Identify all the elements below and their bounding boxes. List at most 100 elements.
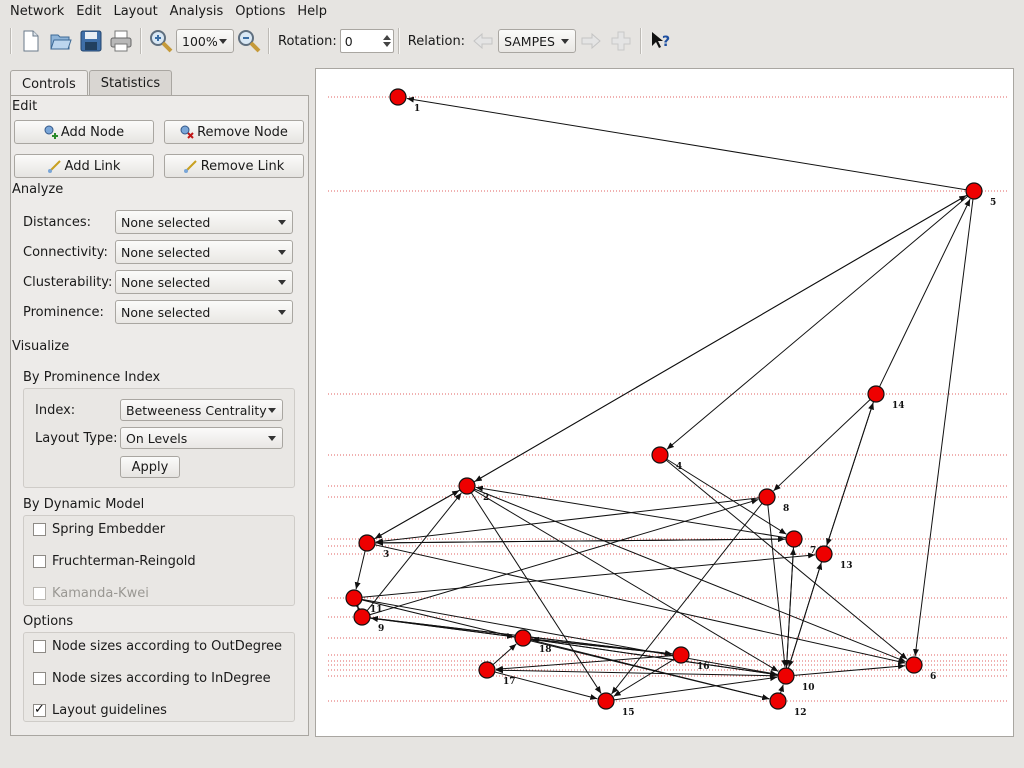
edge[interactable] bbox=[366, 492, 462, 612]
distances-combo[interactable]: None selected bbox=[115, 210, 293, 234]
edge[interactable] bbox=[474, 488, 906, 663]
next-relation-icon[interactable] bbox=[576, 26, 606, 56]
node-circle[interactable] bbox=[905, 656, 923, 674]
checkbox-box[interactable] bbox=[33, 640, 46, 653]
graph-node[interactable]: 10 bbox=[777, 667, 815, 693]
edge[interactable] bbox=[825, 402, 874, 547]
graph-node[interactable]: 17 bbox=[478, 661, 516, 687]
edge[interactable] bbox=[778, 684, 784, 694]
graph-node[interactable]: 14 bbox=[867, 385, 905, 411]
node-circle[interactable] bbox=[353, 608, 371, 626]
rotation-spinbox[interactable]: 0 bbox=[339, 29, 394, 53]
menu-options[interactable]: Options bbox=[229, 4, 291, 19]
graph-node[interactable]: 15 bbox=[597, 692, 635, 718]
node-circle[interactable] bbox=[651, 446, 669, 464]
open-folder-icon[interactable] bbox=[46, 26, 76, 56]
node-circle[interactable] bbox=[815, 545, 833, 563]
node-circle[interactable] bbox=[478, 661, 496, 679]
graph-node[interactable]: 4 bbox=[651, 446, 682, 472]
network-canvas[interactable]: 1 2 3 4 5 6 7 8 9 10 11 12 13 14 15 16 17 18 bbox=[315, 68, 1014, 737]
edge[interactable] bbox=[374, 544, 906, 665]
remove-link-button[interactable]: Remove Link bbox=[164, 154, 304, 178]
node-circle[interactable] bbox=[777, 667, 795, 685]
edge[interactable] bbox=[666, 195, 969, 450]
node-circle[interactable] bbox=[758, 488, 776, 506]
add-link-button[interactable]: Add Link bbox=[14, 154, 154, 178]
node-circle[interactable] bbox=[345, 589, 363, 607]
node-circle[interactable] bbox=[769, 692, 787, 710]
edge[interactable] bbox=[879, 198, 971, 388]
node-circle[interactable] bbox=[458, 477, 476, 495]
node-circle[interactable] bbox=[672, 646, 690, 664]
previous-relation-icon[interactable] bbox=[468, 26, 498, 56]
graph-node[interactable]: 5 bbox=[965, 182, 996, 208]
layout-guidelines-checkbox[interactable]: Layout guidelines bbox=[33, 702, 167, 718]
clusterability-combo[interactable]: None selected bbox=[115, 270, 293, 294]
menu-layout[interactable]: Layout bbox=[107, 4, 163, 19]
spin-down-icon[interactable] bbox=[382, 42, 391, 47]
edge[interactable] bbox=[474, 194, 968, 482]
menu-edit[interactable]: Edit bbox=[70, 4, 107, 19]
edge[interactable] bbox=[767, 504, 788, 668]
graph-node[interactable]: 8 bbox=[758, 488, 789, 514]
edge[interactable] bbox=[492, 643, 517, 666]
edge[interactable] bbox=[369, 498, 759, 616]
checkbox-box[interactable] bbox=[33, 672, 46, 685]
tab-controls[interactable]: Controls bbox=[10, 70, 88, 97]
zoom-combo[interactable]: 100% bbox=[176, 29, 234, 53]
spin-up-icon[interactable] bbox=[382, 35, 391, 40]
remove-node-button[interactable]: Remove Node bbox=[164, 120, 304, 144]
apply-button[interactable]: Apply bbox=[120, 456, 180, 478]
edge[interactable] bbox=[361, 599, 770, 701]
checkbox-box[interactable] bbox=[33, 702, 46, 717]
edge[interactable] bbox=[665, 459, 908, 660]
graph-node[interactable]: 13 bbox=[815, 545, 853, 571]
add-relation-icon[interactable] bbox=[606, 26, 636, 56]
edge[interactable] bbox=[374, 489, 461, 539]
zoom-in-icon[interactable] bbox=[146, 26, 176, 56]
menu-network[interactable]: Network bbox=[4, 4, 70, 19]
edge[interactable] bbox=[495, 667, 779, 677]
spring-embedder-checkbox[interactable]: Spring Embedder bbox=[33, 522, 165, 537]
node-circle[interactable] bbox=[389, 88, 407, 106]
node-circle[interactable] bbox=[597, 692, 615, 710]
graph-node[interactable]: 1 bbox=[389, 88, 420, 114]
edge[interactable] bbox=[375, 497, 760, 545]
connectivity-combo[interactable]: None selected bbox=[115, 240, 293, 264]
node-circle[interactable] bbox=[965, 182, 983, 200]
outdegree-checkbox[interactable]: Node sizes according to OutDegree bbox=[33, 639, 282, 654]
node-circle[interactable] bbox=[358, 534, 376, 552]
indegree-checkbox[interactable]: Node sizes according to InDegree bbox=[33, 671, 271, 686]
edge[interactable] bbox=[406, 96, 967, 191]
menu-analysis[interactable]: Analysis bbox=[164, 4, 230, 19]
menu-help[interactable]: Help bbox=[291, 4, 333, 19]
print-icon[interactable] bbox=[106, 26, 136, 56]
layout-type-combo[interactable]: On Levels bbox=[120, 427, 283, 449]
checkbox-box[interactable] bbox=[33, 555, 46, 568]
whats-this-help-icon[interactable]: ? bbox=[646, 26, 676, 56]
checkbox-box[interactable] bbox=[33, 523, 46, 536]
edge[interactable] bbox=[787, 561, 823, 668]
edge[interactable] bbox=[375, 538, 787, 546]
node-circle[interactable] bbox=[785, 530, 803, 548]
graph-node[interactable]: 2 bbox=[458, 477, 489, 503]
graph-node[interactable]: 12 bbox=[769, 692, 807, 718]
edge[interactable] bbox=[913, 198, 974, 657]
node-circle[interactable] bbox=[514, 629, 532, 647]
graph-node[interactable]: 7 bbox=[785, 530, 816, 556]
zoom-out-icon[interactable] bbox=[234, 26, 264, 56]
new-file-icon[interactable] bbox=[16, 26, 46, 56]
edge[interactable] bbox=[361, 552, 816, 598]
graph-node[interactable]: 16 bbox=[672, 646, 710, 672]
tab-statistics[interactable]: Statistics bbox=[88, 70, 173, 96]
index-combo[interactable]: Betweeness Centrality bbox=[120, 399, 283, 421]
node-circle[interactable] bbox=[867, 385, 885, 403]
prominence-combo[interactable]: None selected bbox=[115, 300, 293, 324]
fruchterman-reingold-checkbox[interactable]: Fruchterman-Reingold bbox=[33, 554, 196, 569]
edge[interactable] bbox=[785, 547, 797, 669]
graph-node[interactable]: 18 bbox=[514, 629, 552, 655]
edge[interactable] bbox=[793, 663, 906, 676]
add-node-button[interactable]: Add Node bbox=[14, 120, 154, 144]
edge[interactable] bbox=[773, 399, 871, 492]
edge[interactable] bbox=[354, 550, 366, 590]
